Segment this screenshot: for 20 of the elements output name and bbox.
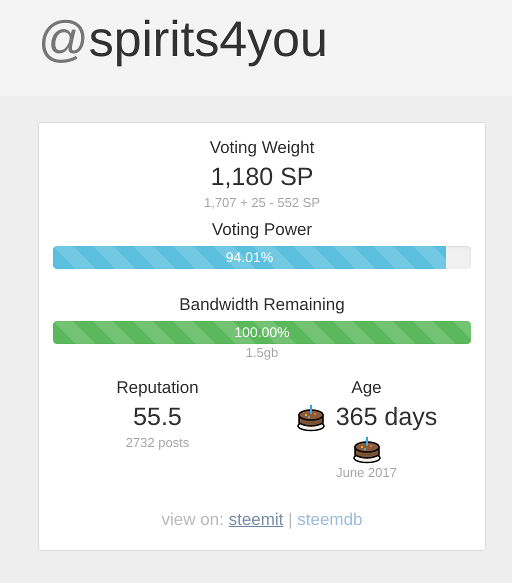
site-link[interactable]: steemit [228, 510, 284, 529]
bar-label: Voting Power [212, 219, 312, 241]
progress-fill: 94.01% [53, 246, 446, 269]
reputation-value: 55.5 [133, 402, 182, 433]
voting-weight-breakdown: 1,707 + 25 - 552 SP [204, 194, 320, 212]
voting-weight-value: 1,180 SP [210, 162, 314, 193]
site-link[interactable]: steemdb [297, 510, 362, 529]
view-on-text: view on: steemit | steemdb [162, 510, 362, 530]
age-value: 365 days [336, 402, 438, 433]
age-date: June 2017 [336, 464, 397, 482]
reputation-label: Reputation [116, 377, 199, 399]
bar-note: 1.5gb [246, 344, 278, 362]
age-label: Age [351, 377, 382, 399]
cake-icon [296, 402, 326, 432]
username-heading: @spirits4you [38, 10, 329, 69]
bar-label: Bandwidth Remaining [179, 294, 345, 316]
cake-icon [352, 434, 382, 464]
voting-weight-label: Voting Weight [210, 137, 314, 159]
progress-fill: 100.00% [53, 321, 471, 344]
post-count: 2732 posts [126, 434, 190, 452]
